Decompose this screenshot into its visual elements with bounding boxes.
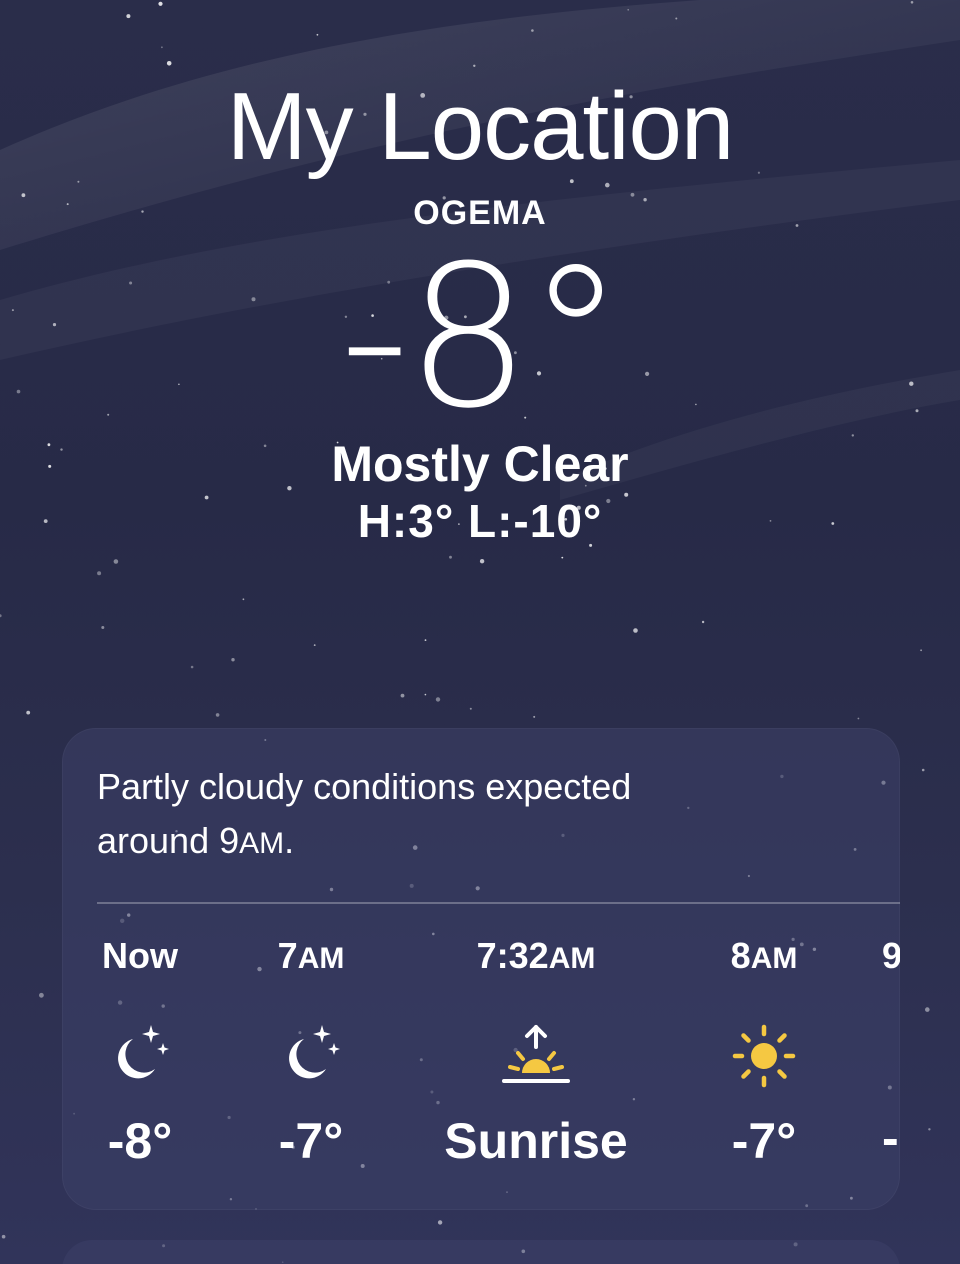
star [531,29,534,32]
star [435,697,441,702]
star [675,17,678,20]
star [231,658,235,662]
hour-time: 7AM [277,935,345,976]
current-temperature: -8° [339,224,624,452]
star [633,628,638,633]
star [920,649,922,652]
hour-time: 9 [882,935,900,976]
hour-item-7am[interactable]: 7AM -7° [226,935,396,1170]
star [473,64,476,68]
hour-item-sunrise[interactable]: 7:32AM Sunrise [436,935,636,1170]
star [479,559,485,564]
star [316,33,319,36]
hour-event-label: Sunrise [444,1113,628,1169]
moon-stars-icon [266,1021,356,1091]
moon-stars-icon [95,1021,185,1091]
star [605,182,610,188]
hour-time: Now [102,935,178,976]
hourly-forecast-card[interactable]: Partly cloudy conditions expected around… [62,728,900,1210]
star [26,710,31,715]
star [242,598,245,601]
sun-icon [719,1021,809,1091]
star [161,46,163,49]
star [857,717,860,720]
star [313,644,316,646]
star [97,571,102,576]
hour-time: 7:32AM [476,935,596,976]
star [424,639,427,641]
hour-time: 8AM [730,935,798,976]
next-forecast-card[interactable] [62,1240,900,1264]
star [126,14,131,19]
star [437,1220,443,1225]
star [0,614,2,618]
star [925,1007,930,1012]
star [701,620,705,624]
star [910,1,914,4]
star [928,1128,931,1131]
hour-temperature: -7° [731,1113,797,1169]
star [533,715,536,718]
star [101,626,105,629]
star [449,555,452,559]
hour-item-now[interactable]: Now -8° [62,935,225,1170]
sunrise-icon [491,1021,581,1091]
star [39,992,44,998]
star [424,693,427,696]
star [166,61,172,66]
star [561,556,564,559]
hour-item-9am-partial[interactable]: 9 - [882,935,900,1167]
hour-temperature: -7° [278,1113,344,1169]
star [921,768,925,772]
star [627,9,629,11]
star [400,693,405,698]
star [113,559,119,564]
card-divider [97,902,900,904]
hour-item-8am[interactable]: 8AM -7° [679,935,849,1170]
star [469,707,472,710]
star [158,1,163,6]
star [215,713,220,717]
star [1,1234,6,1239]
star [190,665,194,669]
sun-icon [882,1018,900,1088]
current-condition: Mostly Clear [331,436,629,492]
hour-temperature: - [882,1110,899,1166]
high-low-temperature: H:3° L:-10° [357,495,603,547]
location-title: My Location [226,73,735,180]
forecast-summary: Partly cloudy conditions expected around… [97,766,632,861]
hour-temperature: -8° [107,1113,173,1169]
